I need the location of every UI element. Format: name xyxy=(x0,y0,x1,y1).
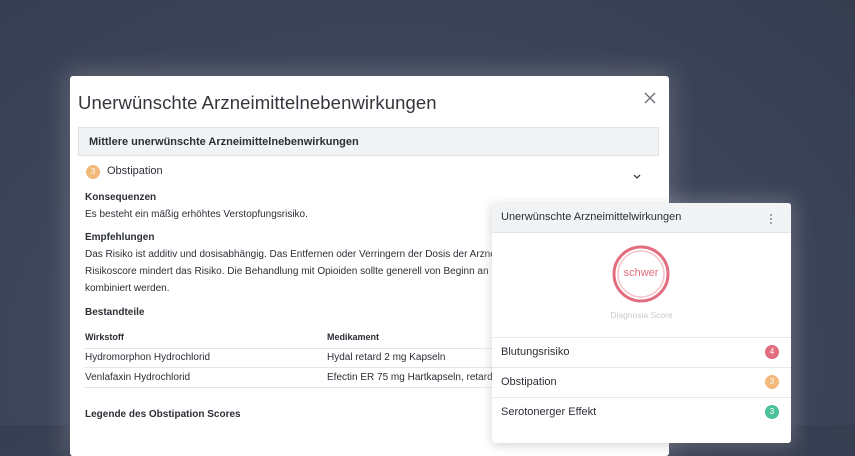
table-cell-wirkstoff: Hydromorphon Hydrochlorid xyxy=(85,352,211,363)
recommendations-line-1: Das Risiko ist additiv und dosisabhängig… xyxy=(85,249,496,260)
card-title: Unerwünschte Arzneimittelwirkungen xyxy=(501,211,682,223)
consequences-text: Es besteht ein mäßig erhöhtes Verstopfun… xyxy=(85,209,308,220)
table-cell-medikament: Efectin ER 75 mg Hartkapseln, retardi xyxy=(327,372,495,383)
column-header-wirkstoff: Wirkstoff xyxy=(85,332,124,342)
score-badge: 3 xyxy=(765,405,779,419)
more-options-icon[interactable] xyxy=(768,212,774,224)
severity-label: schwer xyxy=(623,267,659,279)
chevron-down-icon[interactable] xyxy=(632,168,642,179)
list-item-label: Serotonerger Effekt xyxy=(501,406,597,418)
recommendations-line-2: Risikoscore mindert das Risiko. Die Beha… xyxy=(85,266,500,277)
card-header: Unerwünschte Arzneimittelwirkungen xyxy=(492,203,791,233)
recommendations-line-3: kombiniert werden. xyxy=(85,283,170,294)
section-header: Mittlere unerwünschte Arzneimittelnebenw… xyxy=(78,127,659,156)
components-heading: Bestandteile xyxy=(85,307,145,318)
list-item-label: Blutungsrisiko xyxy=(501,346,570,358)
table-cell-medikament: Hydal retard 2 mg Kapseln xyxy=(327,352,446,363)
section-title: Mittlere unerwünschte Arzneimittelnebenw… xyxy=(89,136,359,148)
recommendations-heading: Empfehlungen xyxy=(85,232,155,243)
modal-title: Unerwünschte Arzneimittelnebenwirkungen xyxy=(78,92,437,113)
score-badge: 3 xyxy=(86,165,100,179)
gauge-caption: Diagnosia Score xyxy=(610,310,673,320)
consequences-heading: Konsequenzen xyxy=(85,192,157,203)
table-row-divider xyxy=(85,367,495,368)
list-item-label: Obstipation xyxy=(501,376,557,388)
column-header-medikament: Medikament xyxy=(327,332,380,342)
list-item-obstipation[interactable]: Obstipation 3 xyxy=(492,367,791,398)
score-badge: 3 xyxy=(765,375,779,389)
list-item-serotonerger-effekt[interactable]: Serotonerger Effekt 3 xyxy=(492,397,791,428)
legend-heading: Legende des Obstipation Scores xyxy=(85,409,241,420)
list-item-blutungsrisiko[interactable]: Blutungsrisiko 4 xyxy=(492,337,791,368)
score-badge: 4 xyxy=(765,345,779,359)
table-cell-wirkstoff: Venlafaxin Hydrochlorid xyxy=(85,372,191,383)
accordion-item-obstipation[interactable]: 3 Obstipation xyxy=(78,157,659,187)
close-icon[interactable] xyxy=(642,90,658,106)
adverse-effects-card: Unerwünschte Arzneimittelwirkungen schwe… xyxy=(492,203,791,443)
table-row-divider xyxy=(85,387,495,388)
accordion-item-label: Obstipation xyxy=(107,165,163,177)
